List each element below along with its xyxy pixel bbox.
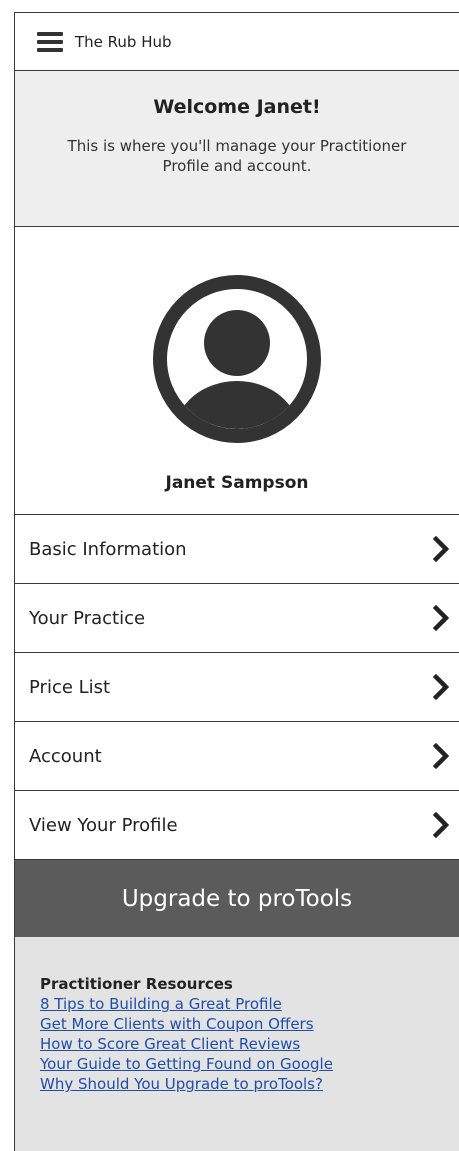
app-frame: The Rub Hub Welcome Janet! This is where… [14,12,459,1151]
welcome-message: This is where you'll manage your Practit… [67,137,407,175]
chevron-right-icon [432,605,450,631]
menu-item-label: Price List [29,676,111,698]
menu-item-basic-information[interactable]: Basic Information [15,515,459,584]
resource-link[interactable]: 8 Tips to Building a Great Profile [40,994,459,1014]
resources-panel: Practitioner Resources 8 Tips to Buildin… [15,937,459,1151]
welcome-panel: Welcome Janet! This is where you'll mana… [15,71,459,227]
menu-item-label: View Your Profile [29,814,178,836]
menu-item-label: Account [29,745,102,767]
app-title: The Rub Hub [75,32,172,51]
menu-item-label: Basic Information [29,538,187,560]
chevron-right-icon [432,743,450,769]
resource-link[interactable]: Why Should You Upgrade to proTools? [40,1074,459,1094]
chevron-right-icon [432,812,450,838]
profile-menu: Basic Information Your Practice Price Li… [15,515,459,860]
user-avatar-icon [153,275,321,443]
welcome-heading: Welcome Janet! [153,96,321,118]
profile-section: Janet Sampson [15,227,459,515]
menu-item-account[interactable]: Account [15,722,459,791]
menu-item-price-list[interactable]: Price List [15,653,459,722]
hamburger-icon[interactable] [37,31,63,52]
menu-item-your-practice[interactable]: Your Practice [15,584,459,653]
resource-link[interactable]: How to Score Great Client Reviews [40,1034,459,1054]
top-bar: The Rub Hub [15,13,459,71]
menu-item-label: Your Practice [29,607,146,629]
resources-heading: Practitioner Resources [40,975,233,993]
resource-link[interactable]: Get More Clients with Coupon Offers [40,1014,459,1034]
chevron-right-icon [432,536,450,562]
resource-link[interactable]: Your Guide to Getting Found on Google [40,1054,459,1074]
menu-item-view-your-profile[interactable]: View Your Profile [15,791,459,860]
chevron-right-icon [432,674,450,700]
profile-name: Janet Sampson [165,473,309,493]
upgrade-button[interactable]: Upgrade to proTools [15,860,459,937]
